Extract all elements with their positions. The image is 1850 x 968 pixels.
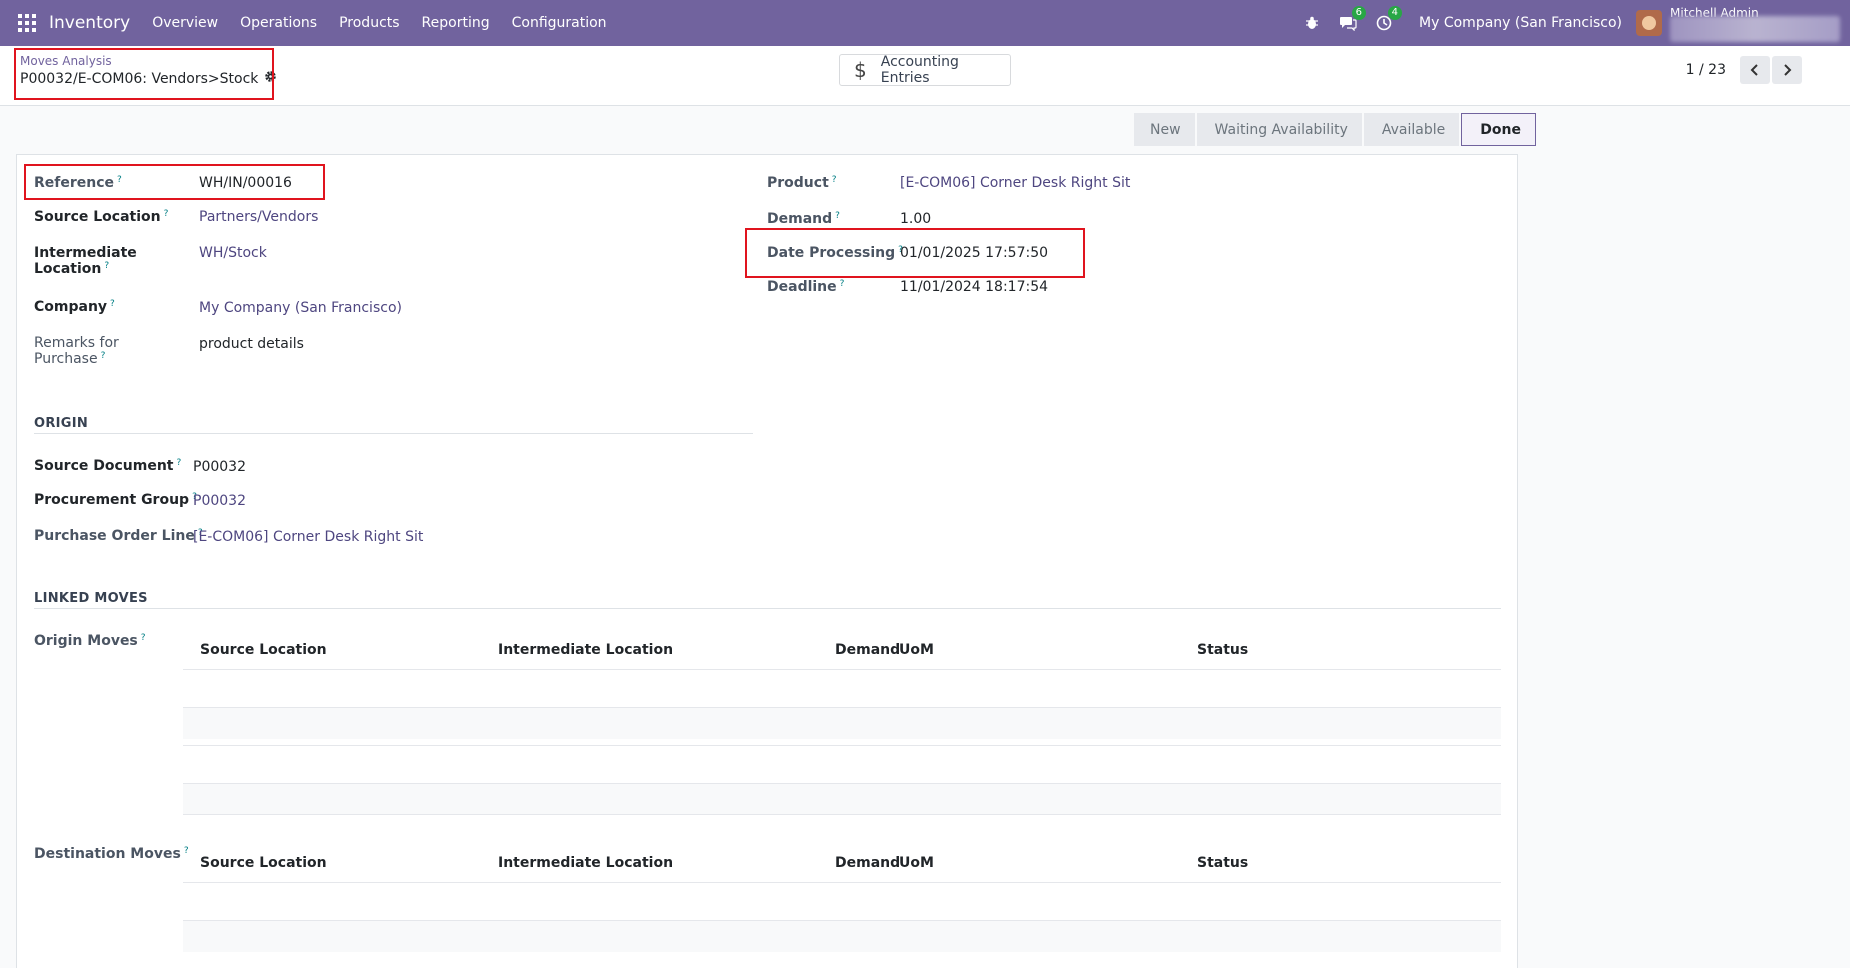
col-demand[interactable]: Demand [835, 855, 900, 871]
accounting-entries-button[interactable]: $ Accounting Entries [839, 54, 1011, 86]
menu-configuration[interactable]: Configuration [512, 15, 607, 31]
col-source-location[interactable]: Source Location [200, 855, 327, 871]
po-line-label: Purchase Order Line? [34, 528, 203, 544]
pager-value[interactable]: 1 / 23 [1686, 62, 1726, 78]
company-switcher[interactable]: My Company (San Francisco) [1419, 15, 1622, 31]
breadcrumb-parent[interactable]: Moves Analysis [20, 54, 277, 68]
pager-previous-button[interactable] [1740, 56, 1770, 84]
app-name[interactable]: Inventory [49, 13, 130, 33]
demand-value: 1.00 [900, 211, 932, 227]
company-value[interactable]: My Company (San Francisco) [199, 300, 402, 316]
status-bar: New Waiting Availability Available Done [1134, 113, 1538, 146]
user-avatar[interactable] [1636, 10, 1662, 36]
stage-waiting-availability[interactable]: Waiting Availability [1196, 113, 1362, 146]
col-uom[interactable]: UoM [899, 855, 934, 871]
procurement-group-label: Procurement Group? [34, 492, 197, 508]
table-row [183, 920, 1501, 952]
stage-done[interactable]: Done [1461, 113, 1536, 146]
breadcrumb: Moves Analysis P00032/E-COM06: Vendors>S… [20, 54, 277, 87]
menu-operations[interactable]: Operations [240, 15, 317, 31]
company-label: Company? [34, 299, 115, 315]
remarks-label: Remarks for Purchase? [34, 335, 119, 367]
gear-icon[interactable] [264, 70, 277, 87]
table-row [183, 745, 1501, 777]
pager: 1 / 23 [1686, 56, 1802, 84]
stage-available[interactable]: Available [1363, 113, 1460, 146]
pager-next-button[interactable] [1772, 56, 1802, 84]
col-intermediate-location[interactable]: Intermediate Location [498, 642, 673, 658]
deadline-label: Deadline? [767, 279, 845, 295]
destination-moves-label: Destination Moves? [34, 846, 189, 862]
app-menu-icon[interactable] [18, 14, 36, 32]
source-document-value: P00032 [193, 459, 246, 475]
top-navbar: Inventory Overview Operations Products R… [0, 0, 1850, 46]
col-source-location[interactable]: Source Location [200, 642, 327, 658]
user-menu[interactable]: Mitchell Admin [1670, 0, 1850, 46]
messages-badge: 6 [1351, 6, 1367, 20]
breadcrumb-current: P00032/E-COM06: Vendors>Stock [20, 70, 277, 87]
table-row [183, 783, 1501, 815]
source-location-value[interactable]: Partners/Vendors [199, 209, 318, 225]
menu-products[interactable]: Products [339, 15, 399, 31]
messages-icon[interactable]: 6 [1339, 6, 1367, 32]
col-demand[interactable]: Demand [835, 642, 900, 658]
po-line-value[interactable]: [E-COM06] Corner Desk Right Sit [193, 529, 423, 545]
reference-value: WH/IN/00016 [199, 175, 292, 191]
bug-icon[interactable] [1303, 14, 1321, 32]
intermediate-location-value[interactable]: WH/Stock [199, 245, 267, 261]
dollar-icon: $ [854, 58, 867, 82]
procurement-group-value[interactable]: P00032 [193, 493, 246, 509]
col-uom[interactable]: UoM [899, 642, 934, 658]
linked-moves-divider [34, 608, 1501, 609]
table-row [183, 707, 1501, 739]
reference-label: Reference? [34, 175, 122, 191]
control-panel: Moves Analysis P00032/E-COM06: Vendors>S… [0, 46, 1850, 106]
source-location-label: Source Location? [34, 209, 169, 225]
record-title: P00032/E-COM06: Vendors>Stock [20, 70, 259, 87]
product-value[interactable]: [E-COM06] Corner Desk Right Sit [900, 175, 1130, 191]
table-row [183, 669, 1501, 701]
source-document-label: Source Document? [34, 458, 182, 474]
col-intermediate-location[interactable]: Intermediate Location [498, 855, 673, 871]
col-status[interactable]: Status [1197, 642, 1248, 658]
user-blurred-area [1670, 16, 1840, 42]
accounting-entries-label: Accounting Entries [880, 54, 959, 86]
activity-clock-icon[interactable]: 4 [1375, 6, 1403, 32]
col-status[interactable]: Status [1197, 855, 1248, 871]
intermediate-location-label: Intermediate Location? [34, 245, 137, 277]
menu-overview[interactable]: Overview [152, 15, 218, 31]
menu-reporting[interactable]: Reporting [422, 15, 490, 31]
table-row [183, 882, 1501, 914]
linked-moves-section-title: LINKED MOVES [34, 591, 148, 606]
remarks-value[interactable]: product details [199, 336, 304, 352]
origin-section-title: ORIGIN [34, 416, 89, 431]
form-sheet: Reference? WH/IN/00016 Source Location? … [16, 154, 1518, 968]
product-label: Product? [767, 175, 837, 191]
origin-divider [34, 433, 753, 434]
activities-badge: 4 [1387, 6, 1403, 20]
date-processing-value: 01/01/2025 17:57:50 [900, 245, 1049, 261]
deadline-value: 11/01/2024 18:17:54 [900, 279, 1049, 295]
demand-label: Demand? [767, 211, 840, 227]
stage-new[interactable]: New [1134, 113, 1195, 146]
date-processing-label: Date Processing? [767, 245, 903, 261]
origin-moves-label: Origin Moves? [34, 633, 146, 649]
